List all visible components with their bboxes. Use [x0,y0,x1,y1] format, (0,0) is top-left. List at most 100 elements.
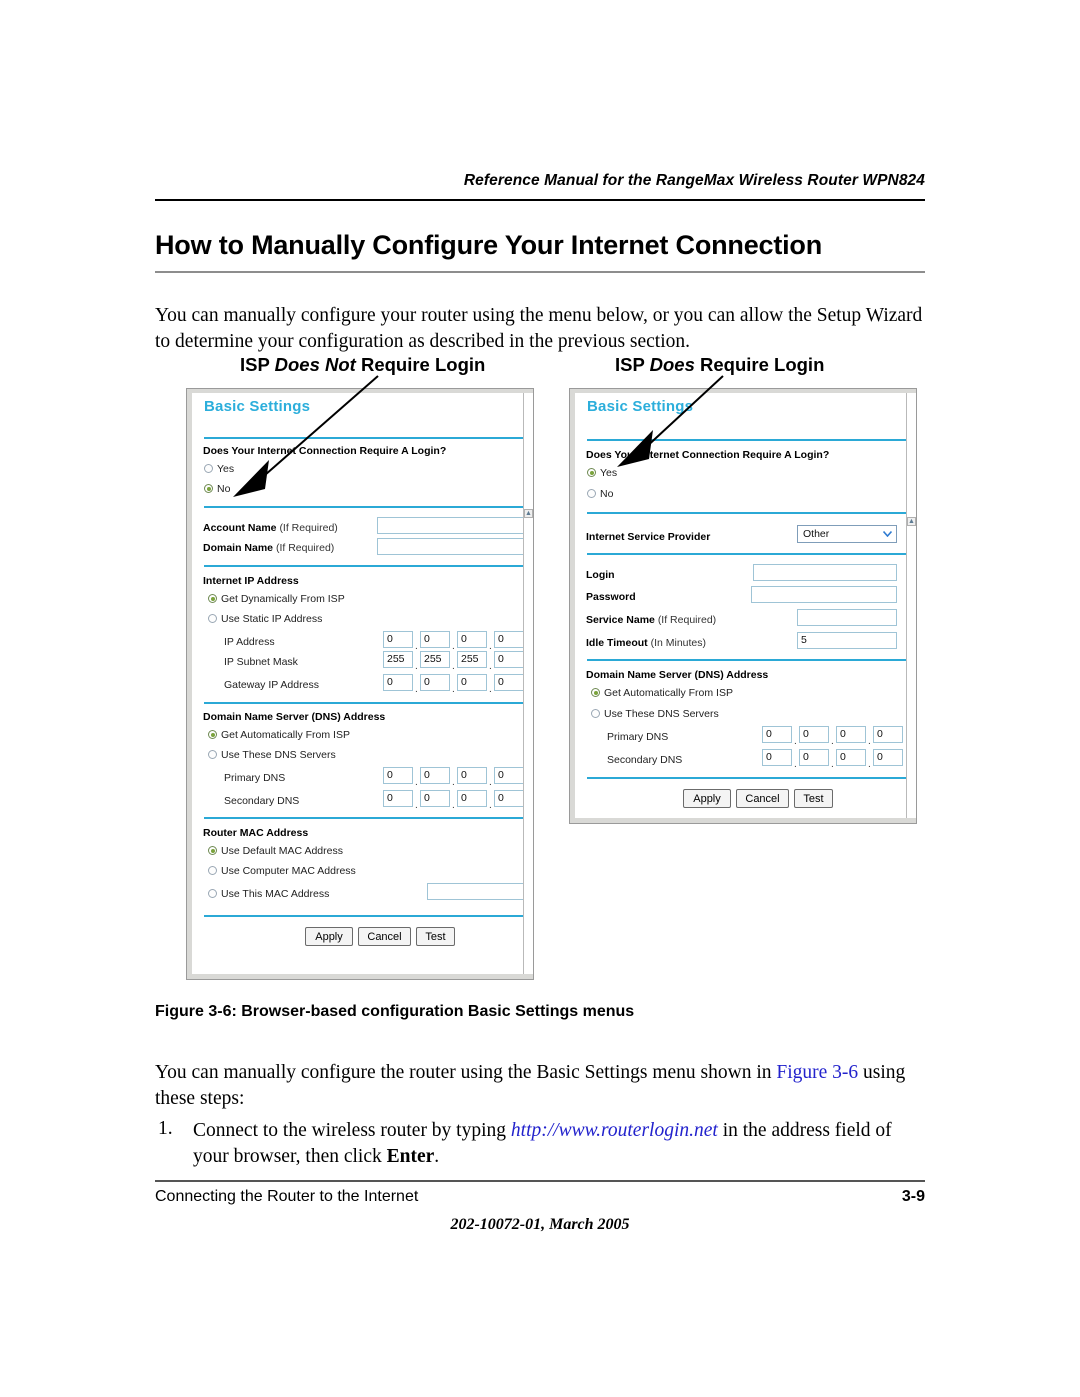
isp-dropdown[interactable]: Other [797,525,897,543]
radio-dns-manual-right[interactable]: Use These DNS Servers [591,708,719,720]
label-hint: (If Required) [279,522,338,534]
primary-dns-octet-2[interactable]: 0 [420,767,450,784]
scroll-up-arrow-icon[interactable]: ▲ [524,509,533,518]
octet-separator: . [452,800,455,811]
ip-address-octet-4[interactable]: 0 [494,631,524,648]
login-field-label: Login [586,569,615,581]
radio-use-computer-mac[interactable]: Use Computer MAC Address [208,865,356,877]
radio-icon[interactable] [208,889,217,898]
primary-dns-octet-1[interactable]: 0 [762,726,792,743]
radio-use-static-ip-address[interactable]: Use Static IP Address [208,613,322,625]
subnet-octet-3[interactable]: 255 [457,651,487,668]
radio-icon[interactable] [587,489,596,498]
radio-icon[interactable] [204,464,213,473]
ip-address-octet-3[interactable]: 0 [457,631,487,648]
radio-dns-manual-left[interactable]: Use These DNS Servers [208,749,336,761]
radio-icon[interactable] [208,750,217,759]
caption-left-suffix: Require Login [355,354,486,375]
panel-title-left: Basic Settings [204,398,311,415]
radio-label: Yes [600,467,618,479]
radio-login-yes-right[interactable]: Yes [587,467,617,479]
radio-icon[interactable] [591,709,600,718]
radio-icon[interactable] [208,614,217,623]
scrollbar-right-panel[interactable]: ▲ [906,393,916,818]
secondary-dns-octet-2[interactable]: 0 [420,790,450,807]
divider-6 [204,915,524,917]
idle-timeout-input[interactable]: 5 [797,632,897,649]
secondary-dns-octet-2[interactable]: 0 [799,749,829,766]
apply-button-right[interactable]: Apply [683,789,731,808]
secondary-dns-octet-4[interactable]: 0 [494,790,524,807]
service-name-input[interactable] [797,609,897,626]
radio-icon[interactable] [208,866,217,875]
gateway-octet-2[interactable]: 0 [420,674,450,691]
figure-crossref-link[interactable]: Figure 3-6 [776,1062,858,1083]
subnet-octet-2[interactable]: 255 [420,651,450,668]
radio-login-no-right[interactable]: No [587,488,613,500]
document-page: Reference Manual for the RangeMax Wirele… [0,0,1080,1397]
login-input[interactable] [753,564,897,581]
secondary-dns-octet-1[interactable]: 0 [383,790,413,807]
primary-dns-octet-4[interactable]: 0 [873,726,903,743]
ip-address-octet-1[interactable]: 0 [383,631,413,648]
account-name-input[interactable] [377,517,524,534]
radio-label: Use These DNS Servers [221,749,336,761]
radio-label: Get Dynamically From ISP [221,593,345,605]
radio-dns-automatic-right[interactable]: Get Automatically From ISP [591,687,733,699]
password-input[interactable] [751,586,897,603]
caption-right-italic: Does [649,354,695,375]
primary-dns-octet-2[interactable]: 0 [799,726,829,743]
gateway-ip-label: Gateway IP Address [224,679,319,691]
gateway-octet-1[interactable]: 0 [383,674,413,691]
radio-label: Get Automatically From ISP [221,729,350,741]
scrollbar-left-panel[interactable]: ▲ [523,393,533,974]
subnet-octet-4[interactable]: 0 [494,651,524,668]
radio-icon-selected[interactable] [208,846,217,855]
secondary-dns-octet-1[interactable]: 0 [762,749,792,766]
domain-name-input[interactable] [377,538,524,555]
secondary-dns-octet-3[interactable]: 0 [836,749,866,766]
radio-use-this-mac[interactable]: Use This MAC Address [208,888,329,900]
secondary-dns-octet-4[interactable]: 0 [873,749,903,766]
radio-icon-selected[interactable] [587,468,596,477]
radio-login-yes-left[interactable]: Yes [204,463,234,475]
primary-dns-octet-4[interactable]: 0 [494,767,524,784]
radio-icon-selected[interactable] [204,484,213,493]
primary-dns-octet-3[interactable]: 0 [457,767,487,784]
test-button-left[interactable]: Test [416,927,455,946]
scrollbar-track[interactable] [908,393,916,818]
cancel-button-left[interactable]: Cancel [358,927,411,946]
gateway-octet-4[interactable]: 0 [494,674,524,691]
label-text: Account Name [203,522,277,534]
cancel-button-right[interactable]: Cancel [736,789,789,808]
radio-login-no-left[interactable]: No [204,483,230,495]
ip-address-octet-2[interactable]: 0 [420,631,450,648]
step-enter-bold: Enter [386,1146,435,1167]
heading-rule [155,271,925,273]
scroll-up-arrow-icon[interactable]: ▲ [907,517,916,526]
subnet-octet-1[interactable]: 255 [383,651,413,668]
scrollbar-track[interactable] [525,393,533,974]
primary-dns-octet-3[interactable]: 0 [836,726,866,743]
screenshot-basic-settings-no-login: Basic Settings Does Your Internet Connec… [186,388,534,980]
radio-dns-automatic-left[interactable]: Get Automatically From ISP [208,729,350,741]
radio-label: Use Computer MAC Address [221,865,356,877]
apply-button-left[interactable]: Apply [305,927,353,946]
divider-2 [204,506,524,508]
radio-icon-selected[interactable] [208,594,217,603]
primary-dns-octet-1[interactable]: 0 [383,767,413,784]
isp-label: Internet Service Provider [586,531,711,543]
radio-label: Use Static IP Address [221,613,323,625]
secondary-dns-octet-3[interactable]: 0 [457,790,487,807]
test-button-right[interactable]: Test [794,789,833,808]
radio-icon-selected[interactable] [591,688,600,697]
radio-get-dynamically-from-isp[interactable]: Get Dynamically From ISP [208,593,345,605]
octet-separator: . [415,777,418,788]
routerlogin-url-link[interactable]: http://www.routerlogin.net [511,1120,718,1141]
radio-icon-selected[interactable] [208,730,217,739]
gateway-octet-3[interactable]: 0 [457,674,487,691]
radio-use-default-mac[interactable]: Use Default MAC Address [208,845,343,857]
chevron-down-icon[interactable] [880,527,895,541]
step-part1: Connect to the wireless router by typing [193,1120,511,1141]
mac-address-input[interactable] [427,883,524,900]
